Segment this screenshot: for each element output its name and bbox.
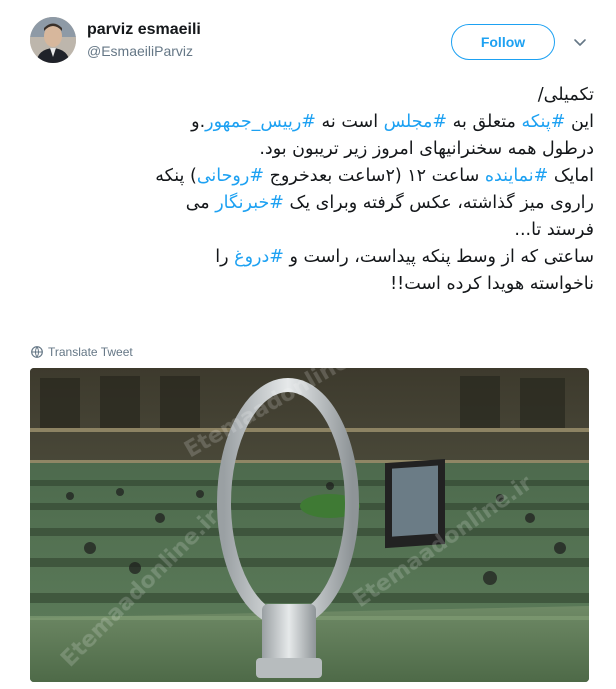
tweet-text-line: ساعتی که از وسط پنکه پیداست، راست و #درو… <box>20 244 594 271</box>
tweet-text-line: امایک #نماینده ساعت ۱۲ (۲ساعت بعدخروج #ر… <box>20 163 594 190</box>
avatar[interactable] <box>30 17 76 63</box>
hashtag-link[interactable]: #دروغ <box>234 247 284 267</box>
tweet-text-line: درطول همه سخنرانیهای امروز زیر تریبون بو… <box>20 136 594 163</box>
tweet-text-segment: است نه <box>315 112 384 132</box>
tweet-text-segment: ساعت ۱۲ (۲ساعت بعدخروج <box>264 166 485 186</box>
tweet-text-segment: تکمیلی/ <box>537 85 594 105</box>
globe-icon <box>31 346 43 358</box>
hashtag-link[interactable]: #رییس_جمهور <box>205 112 316 132</box>
hashtag-link[interactable]: #نماینده <box>485 166 549 186</box>
tweet-text: تکمیلی/این #پنکه متعلق به #مجلس است نه #… <box>20 82 594 298</box>
tweet-text-segment: را <box>215 247 235 267</box>
tweet-text-line: فرستد تا... <box>20 217 594 244</box>
tweet-text-line: تکمیلی/ <box>20 82 594 109</box>
tweet-photo[interactable]: Etemaadonline.ir Etemaadonline.ir Etemaa… <box>30 368 589 682</box>
chevron-down-icon[interactable] <box>572 34 588 50</box>
tweet-text-segment: فرستد تا... <box>514 220 594 240</box>
tweet-text-segment: ساعتی که از وسط پنکه پیداست، راست و <box>283 247 595 267</box>
tweet-text-segment: ) پنکه <box>155 166 197 186</box>
follow-button[interactable]: Follow <box>451 24 555 60</box>
translate-tweet-label: Translate Tweet <box>48 345 133 359</box>
tweet-text-segment: .و <box>191 112 206 132</box>
tweet-text-segment: امایک <box>548 166 594 186</box>
tweet-text-line: این #پنکه متعلق به #مجلس است نه #رییس_جم… <box>20 109 594 136</box>
tweet-text-line: راروی میز گذاشته، عکس گرفته وبرای یک #خب… <box>20 190 594 217</box>
translate-tweet-link[interactable]: Translate Tweet <box>31 345 133 359</box>
tweet-text-segment: این <box>565 112 594 132</box>
hashtag-link[interactable]: #خبرنگار <box>215 193 284 213</box>
tweet-text-segment: ناخواسته هویدا کرده است!! <box>390 274 594 294</box>
hashtag-link[interactable]: #پنکه <box>522 112 566 132</box>
user-handle[interactable]: @EsmaeiliParviz <box>87 43 193 59</box>
user-display-name[interactable]: parviz esmaeili <box>87 21 201 39</box>
tweet-text-line: ناخواسته هویدا کرده است!! <box>20 271 594 298</box>
tweet-text-segment: درطول همه سخنرانیهای امروز زیر تریبون بو… <box>259 139 594 159</box>
tweet-card: parviz esmaeili @EsmaeiliParviz Follow ت… <box>0 0 616 689</box>
tweet-text-segment: راروی میز گذاشته، عکس گرفته وبرای یک <box>283 193 594 213</box>
hashtag-link[interactable]: #مجلس <box>384 112 447 132</box>
hashtag-link[interactable]: #روحانی <box>197 166 264 186</box>
tweet-text-segment: می <box>185 193 216 213</box>
tweet-text-segment: متعلق به <box>447 112 522 132</box>
